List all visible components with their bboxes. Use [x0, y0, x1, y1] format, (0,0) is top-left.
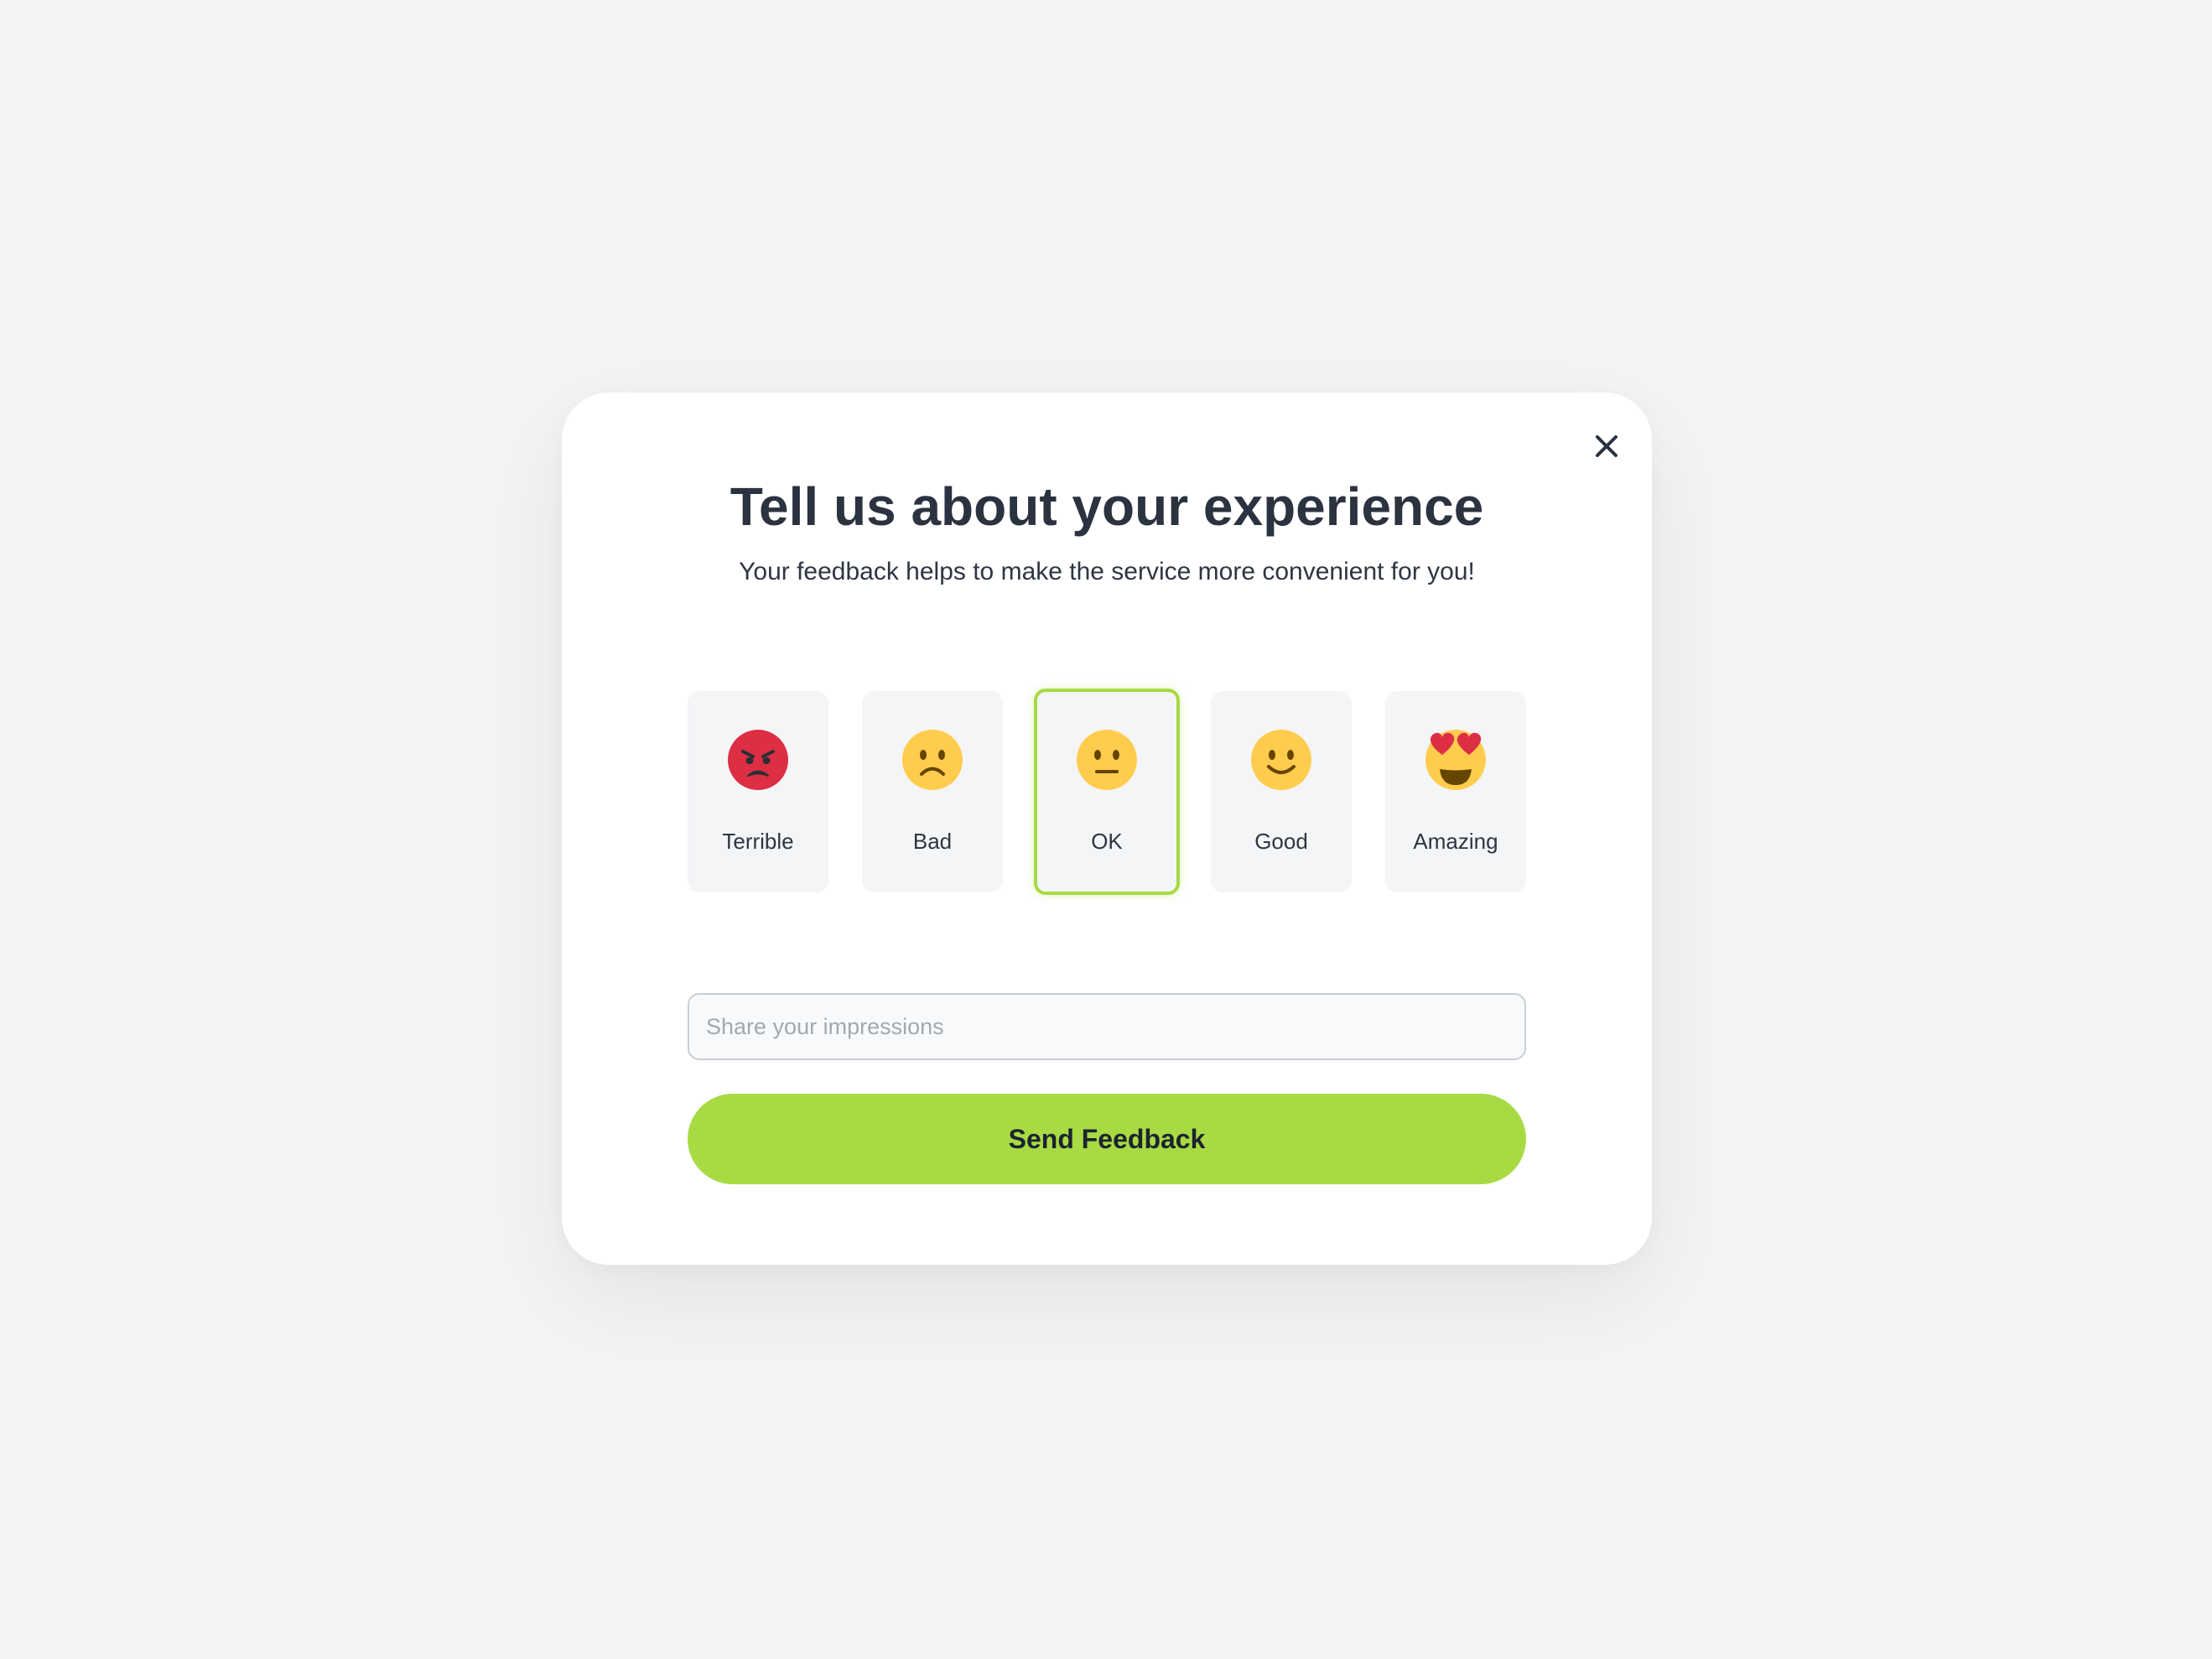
send-feedback-button[interactable]: Send Feedback — [688, 1094, 1526, 1184]
rating-terrible[interactable]: Terrible — [688, 691, 828, 892]
rating-label: Amazing — [1413, 829, 1498, 854]
impressions-input[interactable] — [688, 993, 1526, 1060]
rating-amazing[interactable]: Amazing — [1385, 691, 1526, 892]
frowning-face-icon — [902, 730, 963, 790]
angry-face-icon — [728, 730, 788, 790]
smiling-face-icon — [1251, 730, 1311, 790]
rating-bad[interactable]: Bad — [862, 691, 1003, 892]
rating-ok[interactable]: OK — [1034, 689, 1180, 895]
feedback-dialog: Tell us about your experience Your feedb… — [562, 393, 1652, 1265]
rating-options: Terrible Bad OK Good Amazing — [688, 689, 1526, 895]
dialog-subtitle: Your feedback helps to make the service … — [739, 558, 1475, 585]
neutral-face-icon — [1077, 730, 1137, 790]
rating-label: Good — [1254, 829, 1308, 854]
heart-eyes-face-icon — [1425, 730, 1486, 790]
rating-good[interactable]: Good — [1211, 691, 1352, 892]
rating-label: Terrible — [722, 829, 794, 854]
dialog-title: Tell us about your experience — [730, 476, 1484, 537]
close-icon — [1596, 435, 1617, 457]
rating-label: Bad — [912, 829, 953, 854]
close-button[interactable] — [1583, 423, 1630, 470]
rating-label: OK — [1091, 829, 1123, 854]
